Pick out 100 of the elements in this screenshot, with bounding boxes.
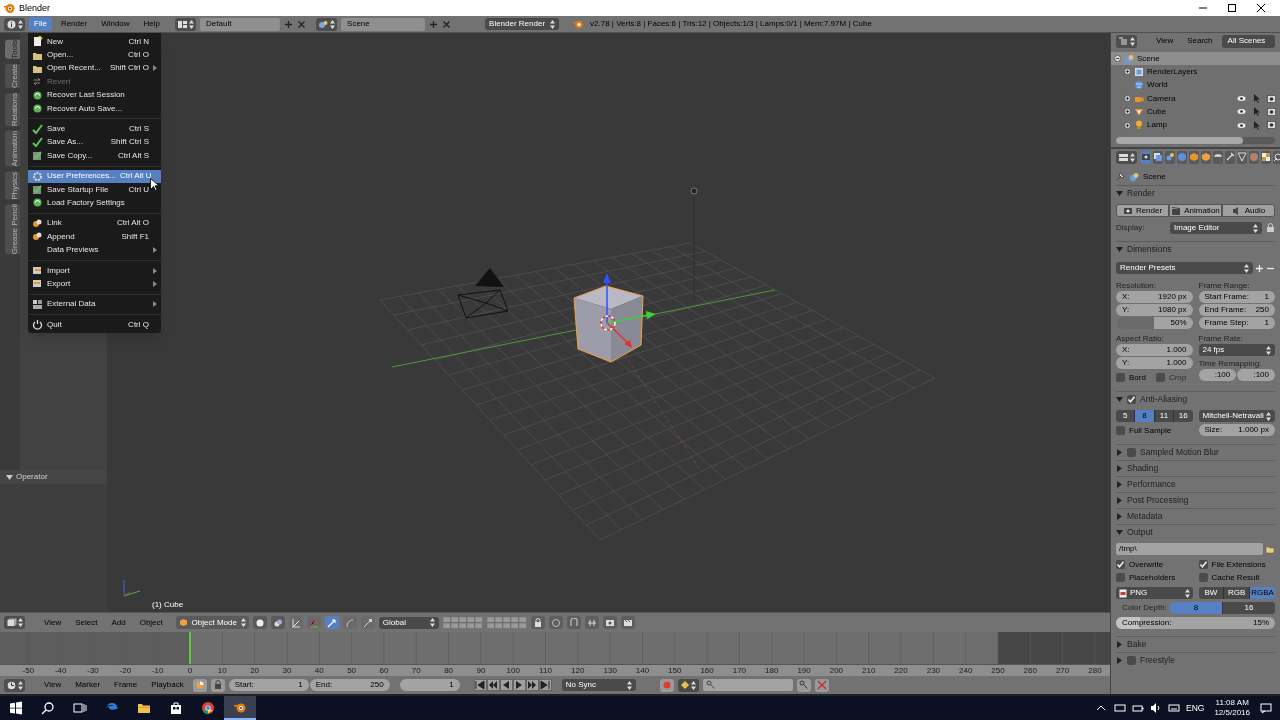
frame-tick-label: 200 — [829, 667, 844, 675]
outliner-row[interactable]: Lamp — [1121, 118, 1280, 132]
menu-button[interactable]: Frame — [109, 681, 143, 689]
filter-dropdown[interactable]: Mitchell-Netravali — [1198, 410, 1275, 422]
sync-dropdown[interactable]: No Sync — [561, 679, 636, 691]
frame-tick-label: 40 — [314, 667, 324, 675]
checkbox-label: Placeholders — [1129, 573, 1176, 582]
frame-tick-label: 220 — [894, 667, 908, 675]
clock-time[interactable]: 11:08 AM — [1215, 699, 1249, 707]
sample-option[interactable]: 5 — [1116, 410, 1136, 422]
menu-item[interactable]: External Data — [28, 297, 161, 312]
render-engine-dropdown[interactable]: Blender Render — [485, 18, 560, 30]
language-indicator[interactable]: ENG — [1186, 703, 1205, 713]
number-field[interactable]: 1 — [399, 679, 460, 691]
shelf-tab[interactable]: Create — [5, 63, 20, 88]
menu-button[interactable]: Playback — [146, 681, 189, 689]
menu-button[interactable]: Window — [96, 17, 135, 31]
menu-item[interactable]: Save Copy... Ctrl Alt S — [28, 149, 161, 163]
outliner-row[interactable]: RenderLayers — [1121, 65, 1280, 79]
menu-item[interactable]: Import — [28, 263, 161, 278]
render-button[interactable]: Audio — [1222, 204, 1275, 217]
name-field[interactable]: Default — [200, 17, 281, 31]
render-button[interactable]: Animation — [1169, 204, 1222, 217]
presets-dropdown[interactable]: Render Presets — [1116, 262, 1253, 274]
menu-item[interactable]: Save Ctrl S — [28, 122, 161, 136]
menu-item[interactable]: Recover Auto Save... — [28, 101, 161, 116]
menu-item[interactable]: Load Factory Settings — [28, 196, 161, 210]
color-depth-option[interactable]: 16 — [1223, 602, 1275, 614]
number-field[interactable]: Size: 1.000 px — [1198, 424, 1275, 436]
menu-button[interactable]: Add — [106, 618, 131, 627]
frame-tick-label: 30 — [282, 667, 292, 675]
menu-item[interactable]: Data Previews — [28, 243, 161, 257]
color-mode-option[interactable]: RGBA — [1250, 587, 1275, 599]
shelf-tab[interactable]: Relations — [5, 92, 20, 127]
number-field[interactable]: End: 250 — [309, 679, 390, 691]
menu-button[interactable]: File — [29, 17, 52, 31]
format-dropdown[interactable]: PNG — [1116, 587, 1193, 599]
number-field[interactable]: :100 — [1198, 369, 1237, 381]
field-label: Color Depth: — [1121, 604, 1166, 612]
frame-tick-label: 250 — [991, 667, 1005, 675]
menu-item[interactable]: Save As... Shift Ctrl S — [28, 135, 161, 150]
compression-slider[interactable]: Compression: 15% — [1116, 617, 1275, 629]
color-depth-option[interactable]: 8 — [1170, 602, 1223, 614]
menu-item[interactable]: Save Startup File Ctrl U — [28, 182, 161, 197]
shelf-tab[interactable]: Animation — [5, 131, 20, 167]
resolution-percentage-slider[interactable]: 50% — [1116, 317, 1193, 329]
menu-button[interactable]: Render — [55, 17, 93, 31]
number-field[interactable]: End Frame: 250 — [1198, 304, 1275, 316]
color-mode-option[interactable]: BW — [1198, 587, 1225, 599]
number-field[interactable]: Y: 1080 px — [1116, 304, 1193, 316]
menu-button[interactable]: View — [39, 618, 67, 627]
menu-item[interactable]: New Ctrl N — [28, 35, 161, 49]
number-field[interactable]: Y: 1.000 — [1116, 357, 1193, 369]
menu-item[interactable]: Open... Ctrl O — [28, 48, 161, 62]
shortcut-label: Ctrl Alt O — [117, 219, 149, 228]
menu-item[interactable]: Open Recent... Shift Ctrl O — [28, 61, 161, 76]
display-dropdown[interactable]: Image Editor — [1170, 222, 1262, 234]
menu-button[interactable]: Search — [1182, 37, 1218, 45]
sample-option[interactable]: 8 — [1135, 410, 1155, 422]
checkbox-label: Bord — [1129, 373, 1146, 382]
color-mode-option[interactable]: RGB — [1224, 587, 1251, 599]
shelf-tab[interactable]: Physics — [5, 171, 20, 200]
menu-item[interactable]: Link Ctrl Alt O — [28, 216, 161, 231]
number-field[interactable]: Start: 1 — [228, 679, 309, 691]
menu-button[interactable]: View — [1151, 37, 1179, 45]
menu-button[interactable]: View — [39, 681, 67, 689]
panel-title: Bake — [1127, 640, 1147, 649]
orientation-dropdown[interactable]: Global — [378, 616, 439, 629]
field-label: Frame Rate: — [1198, 333, 1244, 343]
menu-item[interactable]: Quit Ctrl Q — [28, 318, 161, 332]
shelf-tab[interactable]: Grease Pencil — [5, 204, 20, 255]
outliner-row[interactable]: Cube — [1121, 105, 1280, 119]
frame-tick-label: 110 — [539, 667, 552, 675]
path-field[interactable]: /tmp\ — [1116, 543, 1263, 555]
outliner-row[interactable]: World — [1121, 78, 1280, 92]
menu-item[interactable]: Recover Last Session — [28, 88, 161, 102]
menu-item[interactable]: Append Shift F1 — [28, 230, 161, 244]
menu-button[interactable]: Select — [70, 618, 103, 627]
menu-button[interactable]: Help — [138, 17, 166, 31]
frame-rate-dropdown[interactable]: 24 fps — [1198, 344, 1275, 356]
sample-option[interactable]: 11 — [1154, 410, 1175, 422]
menu-item[interactable]: Export — [28, 277, 161, 291]
number-field[interactable]: X: 1.000 — [1116, 344, 1193, 356]
outliner-row[interactable]: Camera — [1121, 91, 1280, 106]
filter-dropdown[interactable]: All Scenes — [1221, 34, 1275, 48]
outliner-row[interactable]: Scene — [1111, 52, 1280, 66]
number-field[interactable]: Start Frame: 1 — [1198, 291, 1275, 303]
name-field[interactable]: Scene — [341, 17, 426, 31]
mode-dropdown[interactable]: Object Mode — [175, 616, 249, 629]
render-button[interactable]: Render — [1116, 204, 1169, 217]
menu-button[interactable]: Marker — [70, 681, 106, 689]
menu-button[interactable]: Object — [134, 618, 168, 627]
frame-tick-label: 0 — [187, 667, 193, 675]
clock-date[interactable]: 12/5/2016 — [1214, 709, 1250, 717]
checkbox-label: File Extensions — [1211, 560, 1266, 569]
number-field[interactable]: Frame Step: 1 — [1198, 317, 1275, 329]
menu-item[interactable]: User Preferences... Ctrl Alt U — [28, 169, 161, 183]
sample-option[interactable]: 16 — [1174, 410, 1193, 422]
number-field[interactable]: :100 — [1237, 369, 1275, 381]
number-field[interactable]: X: 1920 px — [1116, 291, 1193, 303]
